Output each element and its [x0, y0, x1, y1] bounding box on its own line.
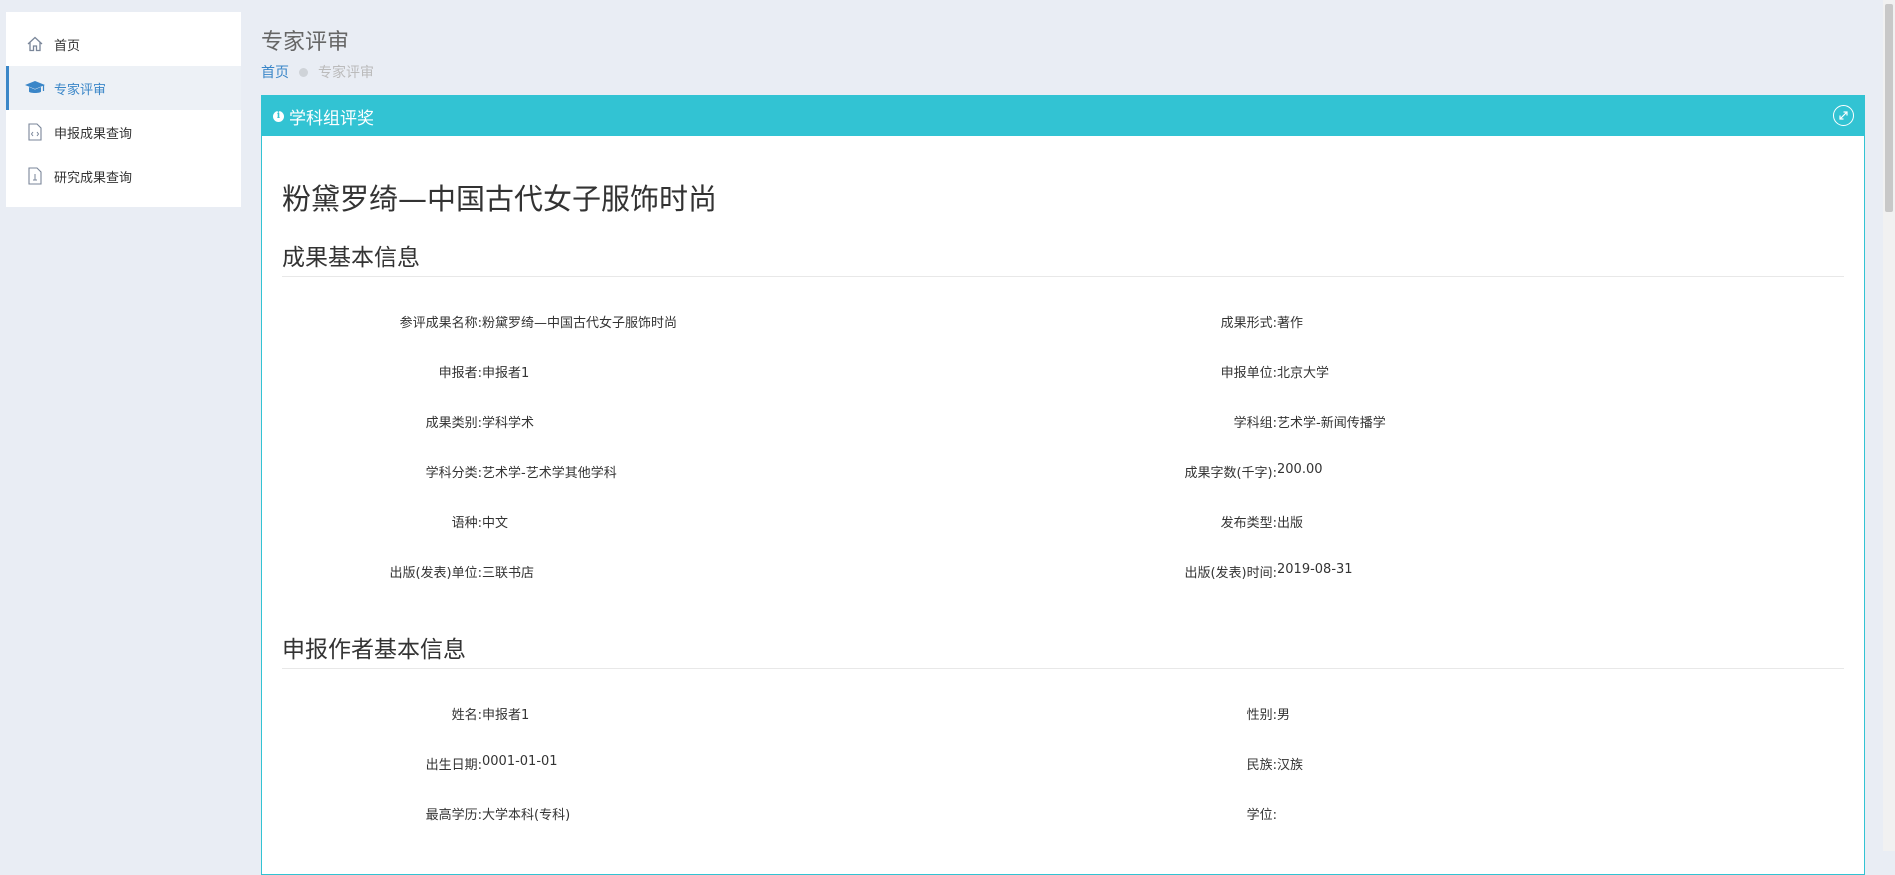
section-title-basic-info: 成果基本信息	[282, 238, 1844, 277]
section-title-author-info: 申报作者基本信息	[282, 630, 1844, 669]
review-panel: i 学科组评奖 粉黛罗绮—中国古代女子服饰时尚 成果基本信息 参评成果名称: 粉…	[261, 95, 1865, 875]
field-value: 200.00	[1277, 462, 1323, 477]
field-label: 民族:	[1246, 758, 1277, 773]
panel-title: 学科组评奖	[289, 108, 374, 129]
home-icon	[24, 33, 46, 55]
field-value: 申报者1	[482, 366, 530, 381]
field-value: 北京大学	[1277, 366, 1330, 381]
sidebar-item-label: 首页	[54, 38, 81, 54]
sidebar-item-label: 专家评审	[54, 82, 107, 98]
sidebar: 首页 专家评审 申报成果查询 研究成果查询	[6, 12, 241, 207]
sidebar-item-label: 研究成果查询	[54, 170, 133, 186]
field-label: 姓名:	[451, 708, 482, 723]
sidebar-item-label: 申报成果查询	[54, 126, 133, 142]
field-label: 出版(发表)单位:	[389, 566, 482, 581]
expand-button[interactable]	[1833, 105, 1854, 126]
expand-icon	[1839, 111, 1848, 120]
field-label: 语种:	[451, 516, 482, 531]
field-value: 0001-01-01	[482, 754, 558, 769]
field-value: 艺术学-新闻传播学	[1277, 416, 1386, 431]
sidebar-item-home[interactable]: 首页	[6, 22, 241, 66]
document-icon	[24, 165, 46, 187]
field-label: 学科分类:	[425, 466, 482, 481]
sidebar-item-submission-query[interactable]: 申报成果查询	[6, 110, 241, 154]
field-label: 申报单位:	[1220, 366, 1277, 381]
breadcrumb-current: 专家评审	[318, 65, 374, 81]
field-value: 大学本科(专科)	[482, 808, 571, 823]
field-label: 出版(发表)时间:	[1184, 566, 1277, 581]
field-label: 出生日期:	[425, 758, 482, 773]
field-value: 著作	[1277, 316, 1304, 331]
field-value: 申报者1	[482, 708, 530, 723]
page-scrollbar[interactable]	[1883, 0, 1895, 851]
field-label: 成果字数(千字):	[1184, 466, 1277, 481]
field-label: 性别:	[1246, 708, 1277, 723]
field-value: 中文	[482, 516, 509, 531]
breadcrumb: 首页 专家评审	[261, 62, 374, 82]
field-value: 学科学术	[482, 416, 535, 431]
work-title: 粉黛罗绮—中国古代女子服饰时尚	[282, 182, 718, 216]
field-label: 学科组:	[1233, 416, 1277, 431]
field-value: 粉黛罗绮—中国古代女子服饰时尚	[482, 316, 678, 331]
field-value: 2019-08-31	[1277, 562, 1353, 577]
field-label: 学位:	[1246, 808, 1277, 823]
sidebar-item-expert-review[interactable]: 专家评审	[6, 66, 241, 110]
breadcrumb-home-link[interactable]: 首页	[261, 62, 289, 82]
field-label: 最高学历:	[425, 808, 482, 823]
graduation-cap-icon	[24, 77, 46, 99]
field-label: 成果类别:	[425, 416, 482, 431]
field-label: 参评成果名称:	[399, 316, 482, 331]
page-title: 专家评审	[261, 30, 350, 55]
field-value: 艺术学-艺术学其他学科	[482, 466, 617, 481]
field-label: 发布类型:	[1220, 516, 1277, 531]
field-label: 成果形式:	[1220, 316, 1277, 331]
code-file-icon	[24, 121, 46, 143]
field-value: 男	[1277, 708, 1291, 723]
sidebar-item-research-query[interactable]: 研究成果查询	[6, 154, 241, 198]
field-value: 三联书店	[482, 566, 535, 581]
field-value: 出版	[1277, 516, 1304, 531]
panel-header: i 学科组评奖	[262, 96, 1864, 136]
info-icon: i	[273, 110, 284, 122]
field-label: 申报者:	[438, 366, 482, 381]
breadcrumb-separator-icon	[299, 67, 308, 77]
scrollbar-thumb[interactable]	[1885, 4, 1893, 212]
field-value: 汉族	[1277, 758, 1304, 773]
